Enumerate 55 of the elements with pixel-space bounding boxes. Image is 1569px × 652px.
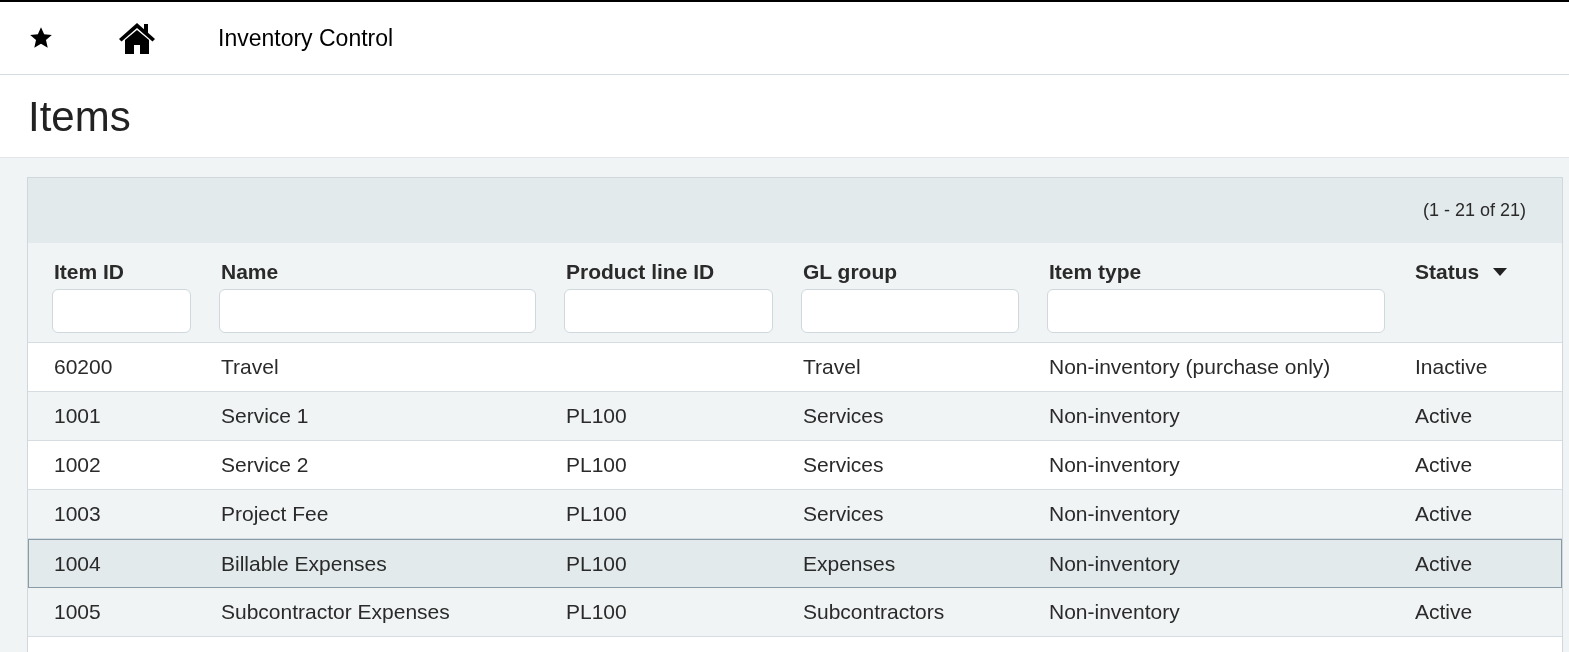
- column-header[interactable]: Status: [1415, 259, 1508, 285]
- table-cell: Service 2: [221, 453, 309, 477]
- table-cell: Services: [803, 404, 884, 428]
- table-cell: PL100: [566, 502, 627, 526]
- table-cell: Active: [1415, 404, 1473, 428]
- table-cell: Services: [803, 453, 884, 477]
- table-cell: Active: [1415, 502, 1473, 526]
- table-cell: PL100: [566, 551, 627, 575]
- table-cell: Billable Expenses: [221, 551, 387, 575]
- table-cell: 1001: [54, 404, 101, 428]
- filter-field[interactable]: [219, 289, 536, 333]
- table-cell: PL100: [566, 404, 627, 428]
- pagination-count: (1 - 21 of 21): [1422, 199, 1526, 222]
- table-cell: Non-inventory: [1049, 404, 1180, 428]
- table-cell: Service 1: [221, 404, 309, 428]
- table-cell: Expenses: [803, 551, 896, 575]
- column-header[interactable]: Item type: [1049, 259, 1142, 285]
- table-cell: 60200: [54, 355, 113, 379]
- table-cell: PL100: [566, 600, 627, 624]
- column-header[interactable]: GL group: [803, 259, 898, 285]
- table-cell: Non-inventory: [1049, 453, 1180, 477]
- table-cell: Project Fee: [221, 502, 329, 526]
- filter-field[interactable]: [564, 289, 773, 333]
- table-row[interactable]: 60200 Travel Travel Non-inventory (purchase only) Inactive: [28, 343, 1562, 392]
- filter-field[interactable]: [1047, 289, 1385, 333]
- table-row[interactable]: 1004 Billable Expenses PL100 Expenses Non-inventory Active: [28, 539, 1562, 588]
- table-cell: Travel: [221, 355, 279, 379]
- table-cell: Non-inventory: [1049, 551, 1180, 575]
- filter-field[interactable]: [52, 289, 191, 333]
- star-icon[interactable]: [28, 25, 54, 51]
- table-cell: 1005: [54, 600, 101, 624]
- table-cell: Non-inventory: [1049, 502, 1180, 526]
- column-header[interactable]: Name: [221, 259, 279, 285]
- table-cell: Services: [803, 502, 884, 526]
- table-cell: Active: [1415, 551, 1473, 575]
- caret-icon: [1493, 268, 1508, 276]
- column-header[interactable]: Item ID: [54, 259, 124, 285]
- table-cell: Non-inventory (purchase only): [1049, 355, 1331, 379]
- table-cell: Active: [1415, 600, 1473, 624]
- table-cell: 1004: [54, 551, 101, 575]
- table-cell: Non-inventory: [1049, 600, 1180, 624]
- table-cell: Subcontractor Expenses: [221, 600, 450, 624]
- table-cell: PL100: [566, 453, 627, 477]
- filter-field[interactable]: [801, 289, 1019, 333]
- table-cell: Subcontractors: [803, 600, 945, 624]
- app-title: Inventory Control: [218, 23, 394, 53]
- table-cell: Inactive: [1415, 355, 1488, 379]
- table-cell: 1003: [54, 502, 101, 526]
- table-cell: Active: [1415, 453, 1473, 477]
- table-row[interactable]: 1002 Service 2 PL100 Services Non-inventory Active: [28, 441, 1562, 490]
- column-header[interactable]: Product line ID: [566, 259, 715, 285]
- page-title: Items: [28, 91, 131, 142]
- table-cell: 1002: [54, 453, 101, 477]
- table-cell: Travel: [803, 355, 861, 379]
- home-icon[interactable]: [118, 21, 156, 55]
